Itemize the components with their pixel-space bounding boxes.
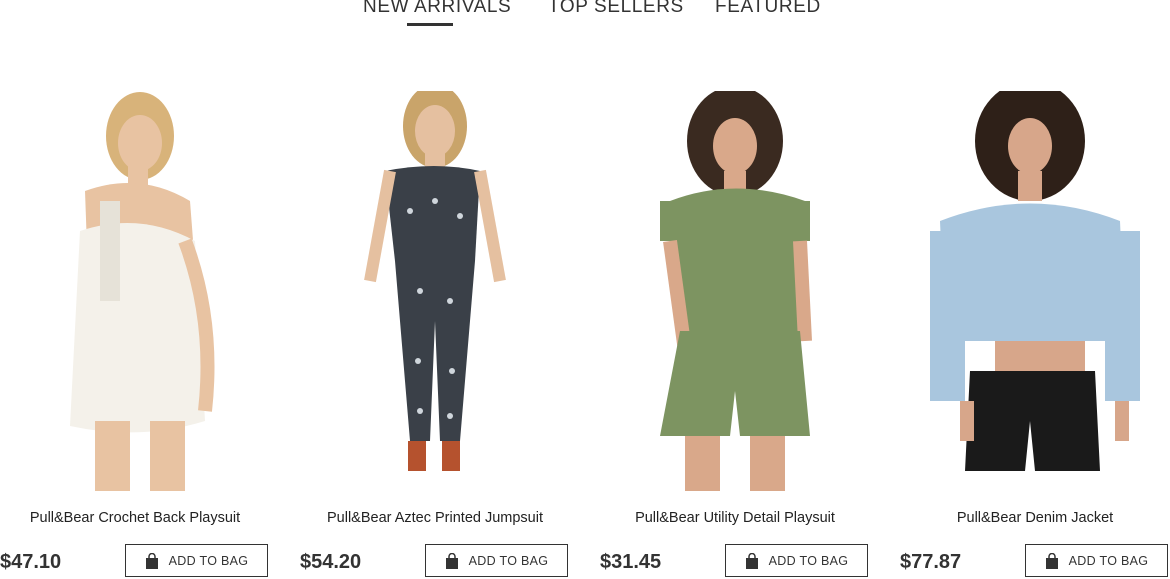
add-to-bag-button[interactable]: ADD TO BAG (425, 544, 568, 577)
product-price: $54.20 (300, 551, 362, 573)
product-name[interactable]: Pull&Bear Aztec Printed Jumpsuit (300, 510, 570, 526)
product-card: Pull&Bear Denim Jacket $77.87 ADD TO BAG (900, 91, 1170, 577)
product-name[interactable]: Pull&Bear Crochet Back Playsuit (0, 510, 270, 526)
shopping-bag-icon (145, 552, 158, 569)
product-price: $31.45 (600, 551, 662, 573)
shopping-bag-icon (1045, 552, 1058, 569)
product-tabs: NEW ARRIVALS TOP SELLERS FEATURED (0, 0, 1170, 40)
product-price: $77.87 (900, 551, 962, 573)
product-name[interactable]: Pull&Bear Utility Detail Playsuit (600, 510, 870, 526)
tab-featured[interactable]: FEATURED (715, 0, 821, 18)
shopping-bag-icon (745, 552, 758, 569)
add-to-bag-label: ADD TO BAG (468, 553, 549, 568)
add-to-bag-button[interactable]: ADD TO BAG (1025, 544, 1168, 577)
product-price: $47.10 (0, 551, 62, 573)
add-to-bag-label: ADD TO BAG (168, 553, 249, 568)
product-image[interactable] (600, 91, 870, 491)
product-image[interactable] (900, 91, 1170, 491)
add-to-bag-label: ADD TO BAG (1068, 553, 1149, 568)
product-card: Pull&Bear Crochet Back Playsuit $47.10 A… (0, 91, 270, 577)
product-card: Pull&Bear Utility Detail Playsuit $31.45… (600, 91, 870, 577)
product-image[interactable] (300, 91, 570, 491)
add-to-bag-button[interactable]: ADD TO BAG (725, 544, 868, 577)
tab-new-arrivals[interactable]: NEW ARRIVALS (363, 0, 511, 18)
add-to-bag-button[interactable]: ADD TO BAG (125, 544, 268, 577)
add-to-bag-label: ADD TO BAG (768, 553, 849, 568)
shopping-bag-icon (445, 552, 458, 569)
product-image[interactable] (0, 91, 270, 491)
product-name[interactable]: Pull&Bear Denim Jacket (900, 510, 1170, 526)
tab-top-sellers[interactable]: TOP SELLERS (548, 0, 684, 18)
active-tab-indicator (407, 23, 453, 26)
product-card: Pull&Bear Aztec Printed Jumpsuit $54.20 … (300, 91, 570, 577)
